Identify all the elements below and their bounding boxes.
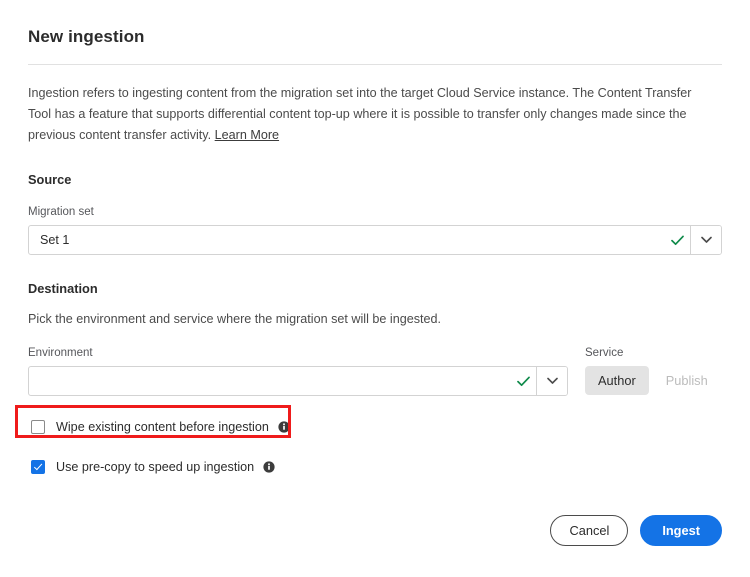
- service-option-publish: Publish: [653, 366, 721, 395]
- migration-set-chevron-down-icon[interactable]: [690, 226, 721, 254]
- service-toggle-group: Author Publish: [585, 366, 722, 395]
- use-precopy-checkbox[interactable]: [31, 460, 45, 474]
- migration-set-label: Migration set: [28, 206, 94, 218]
- environment-combobox[interactable]: [28, 366, 568, 396]
- destination-heading: Destination: [28, 281, 98, 296]
- dialog-description: Ingestion refers to ingesting content fr…: [28, 83, 704, 146]
- info-icon[interactable]: [263, 461, 275, 473]
- learn-more-link[interactable]: Learn More: [215, 128, 279, 142]
- destination-row: Environment Service Author Publish: [28, 328, 722, 396]
- environment-label: Environment: [28, 347, 93, 359]
- environment-chevron-down-icon[interactable]: [536, 367, 567, 395]
- dialog-footer: Cancel Ingest: [550, 515, 722, 546]
- service-group: Service Author Publish: [585, 328, 722, 395]
- source-heading: Source: [28, 172, 72, 187]
- info-icon[interactable]: [278, 421, 290, 433]
- title-divider: [28, 64, 722, 65]
- environment-group: Environment: [28, 328, 568, 396]
- check-icon: [664, 226, 690, 254]
- service-option-author[interactable]: Author: [585, 366, 649, 395]
- description-text: Ingestion refers to ingesting content fr…: [28, 86, 692, 142]
- environment-input[interactable]: [29, 367, 510, 395]
- new-ingestion-dialog: New ingestion Ingestion refers to ingest…: [0, 0, 750, 577]
- check-icon: [510, 367, 536, 395]
- use-precopy-row[interactable]: Use pre-copy to speed up ingestion: [31, 455, 722, 479]
- wipe-existing-content-row[interactable]: Wipe existing content before ingestion: [31, 415, 722, 439]
- cancel-button[interactable]: Cancel: [550, 515, 629, 546]
- destination-note: Pick the environment and service where t…: [28, 312, 442, 326]
- wipe-existing-content-label: Wipe existing content before ingestion: [56, 420, 269, 434]
- migration-set-input[interactable]: Set 1: [29, 226, 664, 254]
- wipe-existing-content-checkbox[interactable]: [31, 420, 45, 434]
- ingest-button[interactable]: Ingest: [640, 515, 722, 546]
- use-precopy-label: Use pre-copy to speed up ingestion: [56, 460, 255, 474]
- migration-set-combobox[interactable]: Set 1: [28, 225, 722, 255]
- service-label: Service: [585, 347, 624, 359]
- ingestion-options: Wipe existing content before ingestion U…: [28, 415, 722, 479]
- dialog-title: New ingestion: [28, 27, 145, 46]
